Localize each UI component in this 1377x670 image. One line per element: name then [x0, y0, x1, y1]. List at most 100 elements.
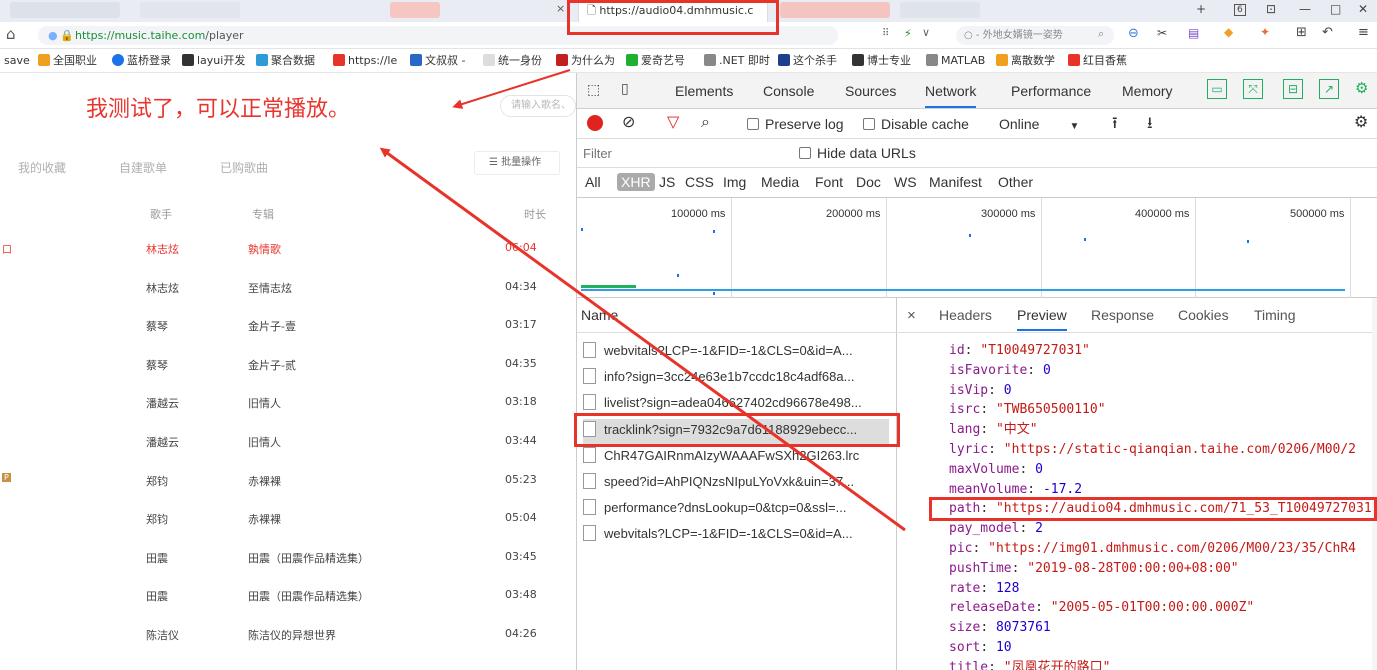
- bookmark-item[interactable]: 离散数学: [996, 49, 1055, 72]
- scissors-icon[interactable]: ✂: [1157, 26, 1167, 40]
- bookmark-item[interactable]: 爱奇艺号: [626, 49, 685, 72]
- maximize-icon[interactable]: □: [1330, 2, 1341, 16]
- request-row[interactable]: performance?dnsLookup=0&tcp=0&ssl=...: [583, 497, 889, 523]
- request-row[interactable]: ChR47GAIRnmAIzyWAAAFwSXh2GI263.lrc: [583, 445, 889, 471]
- extension-icon[interactable]: ⊖: [1128, 26, 1139, 41]
- type-other[interactable]: Other: [998, 174, 1033, 190]
- minimize-icon[interactable]: —: [1299, 2, 1311, 16]
- tab-headers[interactable]: Headers: [939, 307, 992, 323]
- bookmark-item[interactable]: 为什么为: [556, 49, 615, 72]
- export-har-icon[interactable]: ⭳: [1147, 112, 1153, 139]
- bookmark-item[interactable]: 全国职业: [38, 49, 97, 72]
- type-xhr[interactable]: XHR: [617, 173, 655, 191]
- network-timeline[interactable]: 100000 ms 200000 ms 300000 ms 400000 ms …: [577, 198, 1377, 298]
- search-icon[interactable]: ⌕: [1098, 27, 1104, 41]
- ext-expand-icon[interactable]: ⤧: [1243, 79, 1263, 99]
- bookmark-item[interactable]: https://le: [333, 49, 397, 72]
- new-tab-icon[interactable]: +: [1196, 2, 1206, 16]
- settings-icon[interactable]: ⚙: [1354, 112, 1368, 131]
- inspect-icon[interactable]: ⬚: [587, 82, 600, 98]
- song-row[interactable]: 口 林志炫 孰情歌 06:04: [0, 229, 576, 267]
- blurred-tab[interactable]: [10, 2, 120, 18]
- skin-icon[interactable]: ⊡: [1266, 2, 1276, 16]
- name-column-header[interactable]: Name: [577, 298, 897, 333]
- hide-data-urls-checkbox[interactable]: Hide data URLs: [799, 145, 916, 161]
- tab-elements[interactable]: Elements: [675, 83, 733, 99]
- tab-preview[interactable]: Preview: [1017, 307, 1067, 331]
- song-row[interactable]: 陈洁仪 陈洁仪的异想世界 04:26: [0, 615, 576, 653]
- bookmark-item[interactable]: save: [4, 49, 30, 72]
- request-row[interactable]: speed?id=AhPIQNzsNIpuLYoVxk&uin=37...: [583, 471, 889, 497]
- bookmark-item[interactable]: 这个杀手: [778, 49, 837, 72]
- disable-cache-checkbox[interactable]: Disable cache: [863, 116, 969, 132]
- tab-console[interactable]: Console: [763, 83, 814, 99]
- tab-count-icon[interactable]: 6: [1234, 4, 1246, 16]
- lightning-icon[interactable]: ⚡: [904, 27, 912, 40]
- record-icon[interactable]: [587, 115, 603, 131]
- tab-timing[interactable]: Timing: [1254, 307, 1296, 323]
- preserve-log-checkbox[interactable]: Preserve log: [747, 116, 844, 132]
- clear-icon[interactable]: ⊘: [622, 112, 635, 131]
- tab-sources[interactable]: Sources: [845, 83, 896, 99]
- ext-settings-icon[interactable]: ⚙: [1355, 79, 1375, 99]
- tab-memory[interactable]: Memory: [1122, 83, 1173, 99]
- device-toggle-icon[interactable]: ▯: [621, 81, 629, 97]
- request-row[interactable]: webvitals?LCP=-1&FID=-1&CLS=0&id=A...: [583, 340, 889, 366]
- tab-custom-playlists[interactable]: 自建歌单: [119, 159, 167, 176]
- reader-icon[interactable]: ▤: [1188, 26, 1199, 40]
- menu-icon[interactable]: ≡: [1358, 25, 1369, 40]
- request-row[interactable]: webvitals?LCP=-1&FID=-1&CLS=0&id=A...: [583, 523, 889, 549]
- ext-share-icon[interactable]: ↗: [1319, 79, 1339, 99]
- filter-icon[interactable]: ▽: [667, 112, 679, 131]
- tab-performance[interactable]: Performance: [1011, 83, 1091, 99]
- tab-favorites[interactable]: 我的收藏: [18, 159, 66, 176]
- grid-icon[interactable]: ⠿: [882, 28, 889, 39]
- tab-purchased[interactable]: 已购歌曲: [220, 159, 268, 176]
- song-row[interactable]: 林志炫 至情志炫 04:34: [0, 268, 576, 306]
- song-row[interactable]: 潘越云 旧情人 03:18: [0, 383, 576, 421]
- blurred-tab[interactable]: [140, 2, 240, 18]
- bookmark-item[interactable]: 统一身份: [483, 49, 542, 72]
- bookmark-item[interactable]: .NET 即时: [704, 49, 770, 72]
- apps-icon[interactable]: ⊞: [1296, 25, 1307, 40]
- request-row[interactable]: info?sign=3cc24e63e1b7ccdc18c4adf68a...: [583, 366, 889, 392]
- song-row[interactable]: 田震 田震（田震作品精选集） 03:45: [0, 538, 576, 576]
- type-doc[interactable]: Doc: [856, 174, 881, 190]
- tab-response[interactable]: Response: [1091, 307, 1154, 323]
- song-row[interactable]: 蔡琴 金片子-壹 03:17: [0, 306, 576, 344]
- type-media[interactable]: Media: [761, 174, 799, 190]
- game-icon[interactable]: ✦: [1260, 25, 1270, 39]
- bookmark-item[interactable]: 红目香蕉: [1068, 49, 1127, 72]
- throttling-select[interactable]: Online ▼: [999, 116, 1079, 132]
- tab-network[interactable]: Network: [925, 83, 977, 108]
- search-input[interactable]: ○ - 外地女婿镜一姿势: [956, 26, 1114, 45]
- scrollbar[interactable]: [1372, 298, 1377, 670]
- type-ws[interactable]: WS: [894, 174, 917, 190]
- song-row[interactable]: P 郑钧 赤裸裸 05:23: [0, 461, 576, 499]
- close-icon[interactable]: ×: [556, 2, 565, 15]
- song-row[interactable]: 郑钧 赤裸裸 05:04: [0, 499, 576, 537]
- type-manifest[interactable]: Manifest: [929, 174, 982, 190]
- type-all[interactable]: All: [585, 174, 601, 190]
- blurred-tab[interactable]: [780, 2, 890, 18]
- type-font[interactable]: Font: [815, 174, 843, 190]
- song-row[interactable]: 蔡琴 金片子-贰 04:35: [0, 345, 576, 383]
- blurred-tab[interactable]: [900, 2, 980, 18]
- blurred-tab[interactable]: [390, 2, 440, 18]
- type-js[interactable]: JS: [659, 174, 675, 190]
- ext-save-icon[interactable]: ⊟: [1283, 79, 1303, 99]
- song-row[interactable]: 田震 田震（田震作品精选集） 03:48: [0, 576, 576, 614]
- bookmark-item[interactable]: MATLAB: [926, 49, 985, 72]
- ext-icon[interactable]: ▭: [1207, 79, 1227, 99]
- song-row[interactable]: 潘越云 旧情人 03:44: [0, 422, 576, 460]
- type-img[interactable]: Img: [723, 174, 746, 190]
- shield-ext-icon[interactable]: ◆: [1224, 25, 1233, 39]
- close-icon[interactable]: ×: [907, 307, 916, 324]
- bookmark-item[interactable]: layui开发: [182, 49, 245, 72]
- search-icon[interactable]: ⌕: [701, 112, 710, 132]
- bookmark-item[interactable]: 博士专业: [852, 49, 911, 72]
- bookmark-item[interactable]: 聚合数据: [256, 49, 315, 72]
- import-har-icon[interactable]: ⭱: [1112, 112, 1118, 139]
- undo-icon[interactable]: ↶: [1322, 25, 1333, 40]
- home-icon[interactable]: ⌂: [6, 25, 16, 43]
